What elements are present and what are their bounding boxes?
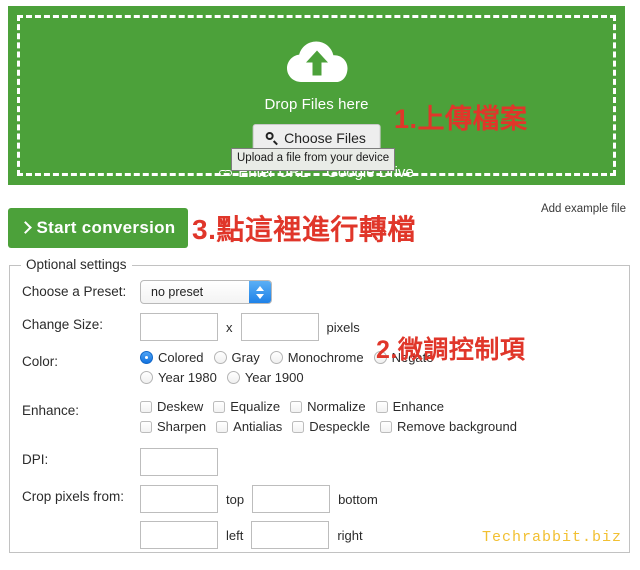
checkbox-icon[interactable]	[290, 400, 303, 413]
crop-left-unit: left	[226, 527, 244, 543]
preset-label: Choose a Preset:	[22, 284, 127, 299]
enhance-row: Enhance: Deskew Equalize Normalize Enhan…	[10, 399, 629, 439]
color-option-monochrome[interactable]: Monochrome	[269, 350, 364, 365]
crop-top-input[interactable]	[140, 485, 218, 513]
crop-left-input[interactable]	[140, 521, 218, 549]
crop-bottom-input[interactable]	[252, 485, 331, 513]
color-option-colored[interactable]: Colored	[140, 350, 204, 365]
radio-icon[interactable]	[213, 351, 227, 364]
change-size-label: Change Size:	[22, 317, 104, 332]
cloud-upload-icon	[286, 41, 347, 82]
change-size-width-input[interactable]	[140, 313, 218, 341]
enhance-option-label: Sharpen	[157, 419, 207, 434]
radio-icon[interactable]	[269, 351, 283, 364]
color-option-gray[interactable]: Gray	[213, 350, 260, 365]
enhance-option-label: Deskew	[157, 399, 204, 414]
annotation-step-3: 3.點這裡進行轉檔	[192, 214, 416, 245]
enhance-option-normalize[interactable]: Normalize	[290, 399, 366, 414]
dpi-input[interactable]	[140, 448, 218, 476]
crop-right-unit: right	[337, 527, 363, 543]
dpi-row: DPI:	[10, 448, 629, 476]
annotation-step-2: 2.微調控制項	[376, 336, 526, 364]
checkbox-icon[interactable]	[216, 420, 229, 433]
enhance-option-despeckle[interactable]: Despeckle	[292, 419, 370, 434]
start-conversion-button[interactable]: Start conversion	[8, 208, 188, 248]
dpi-label: DPI:	[22, 452, 49, 467]
crop-right-input[interactable]	[251, 521, 330, 549]
add-example-file-link[interactable]: Add example file	[541, 203, 626, 215]
enhance-option-deskew[interactable]: Deskew	[140, 399, 203, 414]
optional-settings-panel: Optional settings Choose a Preset: no pr…	[9, 257, 630, 553]
color-option-label: Gray	[231, 350, 260, 365]
enhance-option-sharpen[interactable]: Sharpen	[140, 419, 206, 434]
color-option-year-1980[interactable]: Year 1980	[140, 370, 217, 385]
radio-icon[interactable]	[140, 351, 153, 364]
color-option-label: Year 1980	[158, 370, 217, 385]
enhance-option-label: Equalize	[230, 399, 281, 414]
crop-top-unit: top	[226, 491, 245, 507]
annotation-step-1: 1.上傳檔案	[394, 104, 528, 134]
search-icon	[265, 131, 278, 145]
enhance-options-row-2: Sharpen Antialias Despeckle Remove backg…	[140, 419, 629, 434]
enhance-option-equalize[interactable]: Equalize	[213, 399, 280, 414]
settings-rows: Choose a Preset: no preset Change Size: …	[10, 280, 629, 563]
color-option-label: Monochrome	[287, 350, 364, 365]
crop-bottom-unit: bottom	[338, 491, 378, 507]
enhance-option-remove-background[interactable]: Remove background	[380, 419, 517, 434]
checkbox-icon[interactable]	[292, 420, 305, 433]
crop-top-bottom-row: top bottom	[140, 485, 629, 513]
radio-icon[interactable]	[140, 371, 153, 384]
change-size-height-input[interactable]	[240, 313, 319, 341]
checkbox-icon[interactable]	[140, 400, 152, 413]
enhance-label: Enhance:	[22, 403, 80, 418]
enhance-option-label: Remove background	[397, 419, 517, 434]
color-row: Color: Colored Gray Monochrome Negate Ye…	[10, 350, 629, 390]
change-size-row: Change Size: x pixels	[10, 313, 629, 341]
color-options-row-2: Year 1980 Year 1900	[140, 370, 629, 385]
chevron-updown-icon[interactable]	[249, 281, 271, 303]
preset-selected-value: no preset	[151, 285, 204, 299]
color-option-label: Year 1900	[244, 370, 304, 385]
checkbox-icon[interactable]	[213, 400, 226, 413]
enhance-option-antialias[interactable]: Antialias	[216, 419, 282, 434]
color-label: Color:	[22, 354, 59, 369]
choose-files-label: Choose Files	[284, 130, 366, 146]
enhance-option-enhance[interactable]: Enhance	[375, 399, 444, 414]
enhance-options-row-1: Deskew Equalize Normalize Enhance	[140, 399, 629, 414]
checkbox-icon[interactable]	[380, 420, 392, 433]
color-option-label: Colored	[158, 350, 204, 365]
size-separator: x	[226, 319, 233, 335]
preset-row: Choose a Preset: no preset	[10, 280, 629, 304]
size-unit-label: pixels	[326, 319, 360, 335]
enhance-option-label: Enhance	[392, 399, 444, 414]
optional-settings-legend: Optional settings	[21, 257, 132, 272]
enhance-option-label: Despeckle	[309, 419, 370, 434]
enhance-option-label: Antialias	[233, 419, 283, 434]
enhance-option-label: Normalize	[307, 399, 366, 414]
radio-icon[interactable]	[226, 371, 240, 384]
chevron-right-icon	[18, 221, 32, 234]
upload-tooltip: Upload a file from your device	[231, 148, 396, 171]
checkbox-icon[interactable]	[140, 420, 152, 433]
preset-select[interactable]: no preset	[140, 280, 272, 304]
checkbox-icon[interactable]	[375, 400, 388, 413]
start-conversion-label: Start conversion	[36, 218, 176, 237]
site-watermark: Techrabbit.biz	[481, 529, 622, 546]
color-option-year-1900[interactable]: Year 1900	[226, 370, 304, 385]
crop-label: Crop pixels from:	[22, 489, 125, 504]
